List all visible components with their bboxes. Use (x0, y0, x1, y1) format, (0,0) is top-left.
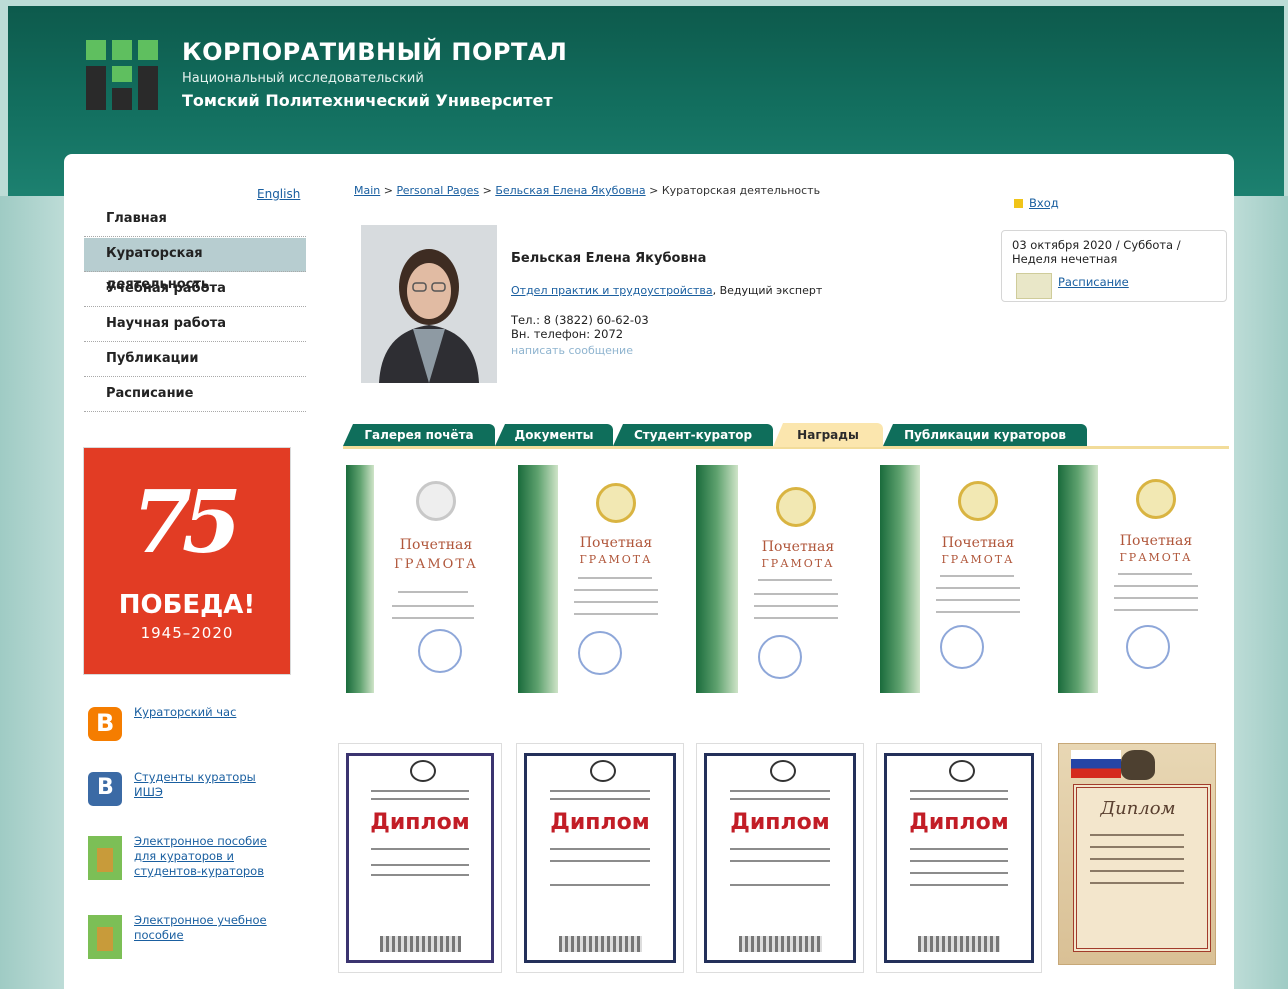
side-link-student-curators[interactable]: Студенты кураторы ИШЭ (134, 770, 284, 800)
breadcrumb-person[interactable]: Бельская Елена Якубовна (495, 184, 645, 197)
nav-item-research[interactable]: Научная работа (84, 308, 306, 342)
award-thumbnail[interactable]: Почетная ГРАМОТА (1058, 465, 1218, 693)
profile-position: , Ведущий эксперт (712, 284, 823, 297)
breadcrumb-main[interactable]: Main (354, 184, 380, 197)
profile-name: Бельская Елена Якубовна (511, 251, 707, 266)
vk-icon[interactable]: B (88, 772, 122, 806)
diploma-thumbnail[interactable]: Диплом (1058, 743, 1216, 965)
lock-icon (1014, 199, 1023, 208)
diploma-thumbnail[interactable]: Диплом (338, 743, 502, 973)
portal-title: КОРПОРАТИВНЫЙ ПОРТАЛ (182, 38, 568, 66)
award-thumbnail[interactable]: Почетная ГРАМОТА (346, 465, 494, 693)
tab-student-curator[interactable]: Студент-куратор (613, 424, 773, 446)
internal-phone: Вн. телефон: 2072 (511, 327, 624, 341)
calendar-icon[interactable] (1016, 273, 1052, 299)
nav-item-publications[interactable]: Публикации (84, 343, 306, 377)
profile-department: Отдел практик и трудоустройства, Ведущий… (511, 284, 822, 297)
university-subtitle: Национальный исследовательский (182, 71, 424, 86)
nav-item-home[interactable]: Главная (84, 203, 306, 237)
current-date: 03 октября 2020 / Суббота / (1012, 238, 1181, 252)
department-link[interactable]: Отдел практик и трудоустройства (511, 284, 713, 297)
side-link-e-textbook[interactable]: Электронное учебное пособие (134, 913, 284, 943)
nav-item-curator[interactable]: Кураторская деятельность (84, 238, 306, 292)
book-icon[interactable] (88, 836, 122, 880)
tab-curator-publications[interactable]: Публикации кураторов (883, 424, 1087, 446)
schedule-link[interactable]: Расписание (1058, 275, 1129, 289)
blogger-icon[interactable]: B (88, 707, 122, 741)
left-nav: Главная Кураторская деятельность Учебная… (84, 203, 306, 413)
nav-item-schedule[interactable]: Расписание (84, 378, 306, 412)
diploma-thumbnail[interactable]: Диплом (696, 743, 864, 973)
login: Вход (1014, 196, 1059, 210)
breadcrumb-personal-pages[interactable]: Personal Pages (396, 184, 479, 197)
side-link-e-manual[interactable]: Электронное пособие для кураторов и студ… (134, 834, 284, 879)
victory-banner[interactable]: 75 ПОБЕДА! 1945–2020 (84, 448, 290, 674)
phone: Тел.: 8 (3822) 60-62-03 (511, 313, 649, 327)
breadcrumb-current: Кураторская деятельность (661, 184, 821, 197)
tab-bar: Галерея почёта Документы Студент-куратор… (343, 423, 1227, 450)
diploma-thumbnail[interactable]: Диплом (516, 743, 684, 973)
tab-gallery[interactable]: Галерея почёта (343, 424, 495, 446)
diploma-thumbnail[interactable]: Диплом (876, 743, 1042, 973)
profile-phones: Тел.: 8 (3822) 60-62-03 Вн. телефон: 207… (511, 313, 649, 341)
profile-photo (361, 225, 497, 383)
nav-item-teaching[interactable]: Учебная работа (84, 273, 306, 307)
tab-documents[interactable]: Документы (495, 424, 613, 446)
side-link-curator-hour[interactable]: Кураторский час (134, 705, 284, 720)
login-link[interactable]: Вход (1029, 196, 1059, 210)
week-parity: Неделя нечетная (1012, 252, 1118, 266)
write-message-link[interactable]: написать сообщение (511, 344, 633, 357)
language-link-english[interactable]: English (257, 187, 300, 201)
victory-number: 75 (132, 472, 242, 573)
award-thumbnail[interactable]: Почетная ГРАМОТА (696, 465, 860, 693)
award-thumbnail[interactable]: Почетная ГРАМОТА (518, 465, 678, 693)
victory-years: 1945–2020 (140, 624, 234, 642)
victory-title: ПОБЕДА! (118, 590, 256, 620)
book-icon[interactable] (88, 915, 122, 959)
tpu-logo-icon[interactable] (86, 40, 158, 110)
university-name: Томский Политехнический Университет (182, 91, 553, 110)
tab-awards[interactable]: Награды (773, 423, 883, 447)
date-box: 03 октября 2020 / Суббота / Неделя нечет… (1001, 230, 1227, 302)
breadcrumb: Main > Personal Pages > Бельская Елена Я… (354, 184, 821, 197)
award-thumbnail[interactable]: Почетная ГРАМОТА (880, 465, 1040, 693)
